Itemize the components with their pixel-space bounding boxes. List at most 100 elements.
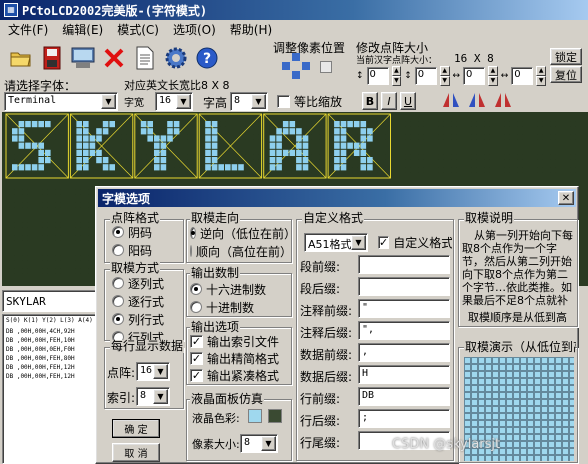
shift-up-icon[interactable] (292, 53, 300, 61)
lcd-pixel (75, 222, 81, 228)
lcd-pixel (517, 127, 523, 134)
close-icon[interactable]: ✕ (558, 191, 574, 205)
preview-matrix[interactable] (2, 112, 588, 182)
proportional-scale-checkbox[interactable] (277, 94, 290, 108)
bold-button[interactable]: B (362, 92, 378, 110)
lcd-pixel (141, 154, 147, 160)
index-per-line-select[interactable]: 8 ▼ (136, 387, 170, 406)
generate-code-icon[interactable] (68, 43, 98, 73)
checkbox[interactable]: ✓ (190, 368, 203, 382)
checkbox[interactable]: ✓ (190, 334, 203, 348)
mode-option[interactable]: 逐行式 (112, 293, 164, 309)
lcd-on-color-swatch[interactable] (248, 409, 262, 423)
lcd-pixel (101, 134, 108, 140)
cancel-button[interactable]: 取 消 (112, 443, 160, 462)
font-select[interactable]: Terminal ▼ (4, 92, 118, 111)
char-width-select[interactable]: 16 ▼ (155, 92, 193, 111)
ok-button[interactable]: 确 定 (112, 419, 160, 438)
preset-format-select[interactable]: A51格式 ▼ (304, 233, 368, 252)
checkbox[interactable]: ✓ (190, 351, 203, 365)
lcd-pixel (180, 154, 187, 160)
reset-button[interactable]: 复位 (550, 66, 582, 83)
custom-field-input[interactable]: H (358, 365, 450, 384)
shift-down-icon[interactable] (292, 71, 300, 79)
menu-file[interactable]: 文件(F) (8, 21, 48, 38)
format-option[interactable]: 阳码 (112, 242, 152, 258)
out-option[interactable]: ✓ 输出精简格式 (190, 350, 290, 366)
delete-icon[interactable] (99, 43, 129, 73)
mode-option[interactable]: 逐列式 (112, 275, 164, 291)
dots-per-line-select[interactable]: 16 ▼ (136, 362, 170, 381)
spin-4-input[interactable]: 0 (511, 66, 534, 85)
format-option[interactable]: 阴码 (112, 224, 152, 240)
text-input[interactable]: SKYLAR (2, 290, 98, 312)
custom-field-input[interactable]: " (358, 299, 450, 318)
radio-button[interactable] (112, 244, 124, 256)
italic-button[interactable]: I (381, 92, 397, 110)
spin-3-arrows[interactable]: ▲ ▼ (488, 66, 498, 86)
custom-field-input[interactable]: DB (358, 387, 450, 406)
num-option[interactable]: 十进制数 (190, 299, 266, 315)
lcd-pixel (28, 228, 35, 235)
lcd-pixel (438, 127, 444, 134)
help-icon[interactable]: ? (192, 43, 222, 73)
custom-format-option[interactable]: ✓ 自定义格式 (378, 234, 452, 250)
lcd-off-color-swatch[interactable] (268, 409, 282, 423)
radio-button[interactable] (190, 301, 202, 313)
flip-horizontal-icon[interactable] (440, 89, 462, 111)
dir-option[interactable]: 逆向（低位在前） (190, 225, 290, 241)
lcd-pixel (68, 121, 75, 127)
spin-2-arrows[interactable]: ▲ ▼ (439, 66, 450, 86)
num-option[interactable]: 十六进制数 (190, 281, 266, 297)
center-icon[interactable] (320, 61, 332, 73)
radio-button[interactable] (190, 283, 202, 295)
save-icon[interactable] (37, 43, 67, 73)
custom-format-checkbox[interactable]: ✓ (378, 235, 390, 249)
settings-gear-icon[interactable] (161, 43, 191, 73)
lcd-pixel (253, 127, 259, 134)
custom-field-input[interactable]: ; (358, 409, 450, 428)
document-icon[interactable] (130, 43, 160, 73)
menu-help[interactable]: 帮助(H) (230, 21, 272, 38)
lcd-pixel (471, 134, 477, 140)
spin-3-input[interactable]: 0 (463, 66, 485, 85)
spin-1-arrows[interactable]: ▲ ▼ (391, 66, 402, 86)
custom-field-input[interactable]: ", (358, 321, 450, 340)
char-height-select[interactable]: 8 ▼ (230, 92, 268, 111)
pixel-size-select[interactable]: 8 ▼ (240, 434, 278, 453)
lcd-pixel (365, 140, 372, 147)
radio-button[interactable] (112, 295, 124, 307)
flip-vertical-icon[interactable] (466, 89, 488, 111)
menu-mode[interactable]: 模式(C) (117, 21, 159, 38)
radio-button[interactable] (112, 226, 124, 238)
spin-1-input[interactable]: 0 (366, 66, 389, 85)
out-option[interactable]: ✓ 输出紧凑格式 (190, 367, 290, 383)
out-option[interactable]: ✓ 输出索引文件 (190, 333, 290, 349)
lcd-pixel (81, 274, 88, 281)
menu-edit[interactable]: 编辑(E) (62, 21, 103, 38)
dir-option[interactable]: 顺向（高位在前） (190, 243, 290, 259)
open-folder-icon[interactable] (6, 43, 36, 73)
radio-button[interactable] (190, 227, 196, 239)
spin-4-arrows[interactable]: ▲ ▼ (536, 66, 546, 86)
lcd-pixel (81, 268, 88, 274)
code-output[interactable]: S(0) K(1) Y(2) L(3) A(4) R(5) DB ,00H,00… (2, 314, 98, 464)
rotate-icon[interactable] (492, 89, 514, 111)
radio-button[interactable] (190, 245, 192, 257)
spin-2-input[interactable]: 0 (414, 66, 437, 85)
custom-field-input[interactable] (358, 255, 450, 274)
shift-left-icon[interactable] (282, 62, 290, 70)
shift-right-icon[interactable] (302, 62, 310, 70)
custom-field-input[interactable]: , (358, 343, 450, 362)
mode-option[interactable]: 列行式 (112, 311, 164, 327)
underline-button[interactable]: U (400, 92, 416, 110)
demo-pixel (555, 399, 562, 406)
radio-button[interactable] (112, 277, 124, 289)
lock-button[interactable]: 锁定 (550, 48, 582, 65)
proportional-scale-option[interactable]: 等比缩放 (277, 93, 342, 109)
radio-button[interactable] (112, 313, 124, 325)
custom-field-input[interactable] (358, 277, 450, 296)
menu-bar: 文件(F) 编辑(E) 模式(C) 选项(O) 帮助(H) (0, 20, 588, 39)
menu-options[interactable]: 选项(O) (173, 21, 216, 38)
lcd-pixel-on (45, 121, 51, 128)
